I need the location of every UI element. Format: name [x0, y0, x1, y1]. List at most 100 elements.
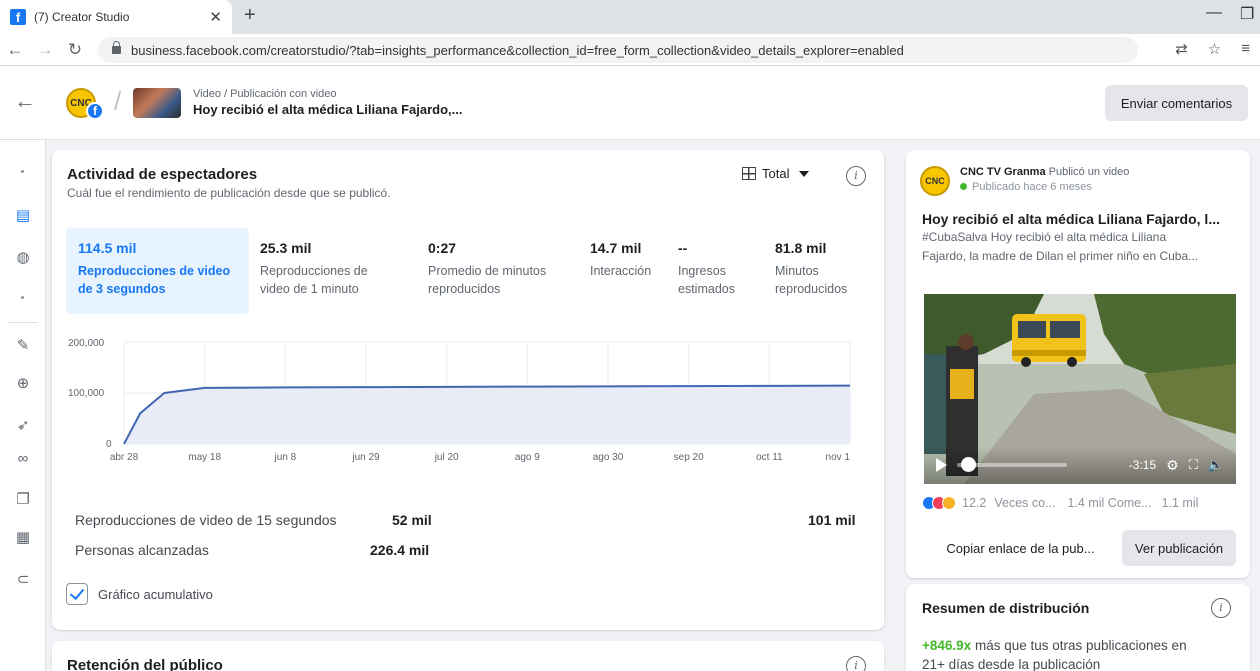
breadcrumb-separator: /	[114, 86, 122, 116]
reading-list-icon[interactable]: ≡	[1241, 40, 1250, 58]
metric-3s-views[interactable]: 114.5 mil Reproducciones de video de 3 s…	[66, 228, 249, 314]
video-progress[interactable]	[957, 457, 1067, 472]
browser-tab-bar: f (7) Creator Studio ✕ + — ❐	[0, 0, 1260, 34]
video-title: Hoy recibió el alta médica Liliana Fajar…	[193, 102, 463, 117]
metric-label: Interacción	[590, 264, 652, 278]
settings-gear-icon[interactable]: ⚙	[1166, 457, 1179, 474]
post-page-logo[interactable]: CNC	[920, 166, 950, 196]
bookmark-star-icon[interactable]: ☆	[1208, 40, 1221, 58]
lock-icon	[112, 41, 121, 54]
info-icon[interactable]: i	[846, 166, 866, 186]
activity-title: Actividad de espectadores	[67, 166, 258, 183]
post-description: #CubaSalva Hoy recibió el alta médica Li…	[922, 230, 1167, 244]
left-sidebar: ▤ ◍ ✎ ⊕ ➶ ∞ ❐ ▦ ⊂	[0, 140, 46, 671]
chart-x-tick-label: ago 9	[515, 452, 540, 463]
metric-label: Minutos	[775, 264, 819, 278]
metric-minutes-viewed[interactable]: 81.8 mil Minutos reproducidos	[763, 228, 867, 314]
views-count: Veces co...	[994, 496, 1056, 510]
metric-label: video de 1 minuto	[260, 282, 359, 296]
shares-count: 1.1 mil	[1161, 496, 1199, 510]
post-published-ago-text: Publicado hace 6 meses	[972, 181, 1092, 193]
sidebar-dot	[21, 170, 24, 173]
cumulative-checkbox[interactable]	[66, 583, 88, 605]
stat-label: Personas alcanzadas	[75, 542, 209, 558]
restore-icon[interactable]: ❐	[1240, 4, 1254, 24]
browser-tab[interactable]: f (7) Creator Studio ✕	[0, 0, 232, 34]
metric-value: 0:27	[428, 240, 457, 256]
reload-icon[interactable]: ↻	[60, 40, 90, 60]
views-area-chart: 200,000 100,000 0 abr 28 may 18 jun 8 jun 29 ju…	[68, 338, 851, 463]
dropdown-caret-icon	[799, 170, 810, 177]
published-status-dot	[960, 183, 967, 190]
play-icon[interactable]	[936, 458, 947, 472]
activity-subtitle: Cuál fue el rendimiento de publicación d…	[67, 186, 391, 200]
metric-label: Reproducciones de video	[78, 264, 231, 278]
metric-value: 81.8 mil	[775, 240, 827, 256]
progress-knob[interactable]	[961, 457, 976, 472]
minimize-icon[interactable]: —	[1206, 4, 1222, 22]
post-published-ago: Publicado hace 6 meses	[960, 181, 1092, 193]
metric-value: --	[678, 240, 688, 256]
chart-x-tick-label: may 18	[188, 452, 221, 463]
post-description: Fajardo, la madre de Dilan el primer niñ…	[922, 249, 1199, 263]
metric-avg-minutes[interactable]: 0:27 Promedio de minutos reproducidos	[416, 228, 586, 314]
volume-icon[interactable]: 🔈	[1208, 457, 1224, 473]
address-bar[interactable]: business.facebook.com/creatorstudio/?tab…	[98, 37, 1138, 63]
metric-label: reproducidos	[428, 282, 501, 296]
metric-engagement[interactable]: 14.7 mil Interacción	[578, 228, 674, 314]
post-title: Hoy recibió el alta médica Liliana Fajar…	[922, 211, 1220, 227]
copy-link-button[interactable]: Copiar enlace de la pub...	[924, 530, 1117, 566]
back-arrow-icon[interactable]: ←	[14, 88, 36, 114]
sidebar-divider	[8, 322, 38, 323]
chart-x-tick-label: jul 20	[434, 452, 459, 463]
close-tab-icon[interactable]: ✕	[209, 8, 222, 26]
metric-label: Promedio de minutos	[428, 264, 547, 278]
chart-y-tick-label: 100,000	[68, 388, 105, 399]
view-post-button[interactable]: Ver publicación	[1122, 530, 1236, 566]
sidebar-rocket-icon[interactable]: ➶	[0, 416, 46, 434]
forward-nav-icon[interactable]: →	[30, 40, 60, 60]
video-thumbnail	[133, 88, 181, 118]
sidebar-loop-icon[interactable]: ⊂	[0, 570, 46, 588]
fullscreen-icon[interactable]: ⛶	[1189, 457, 1198, 473]
chart-x-tick-label: sep 20	[674, 452, 704, 463]
post-page-name[interactable]: CNC TV Granma	[960, 166, 1046, 178]
sidebar-calendar-icon[interactable]: ▦	[0, 528, 46, 546]
reaction-count[interactable]: 12.2	[962, 496, 986, 510]
translate-icon[interactable]: ⇄	[1175, 40, 1188, 58]
metric-label: Ingresos	[678, 264, 726, 278]
comments-count: 1.4 mil Come...	[1067, 496, 1152, 510]
sidebar-link-icon[interactable]: ∞	[0, 450, 46, 467]
sidebar-copy-icon[interactable]: ❐	[0, 490, 46, 508]
metric-value: 114.5 mil	[78, 240, 137, 256]
stat-label: Reproducciones de video de 15 segundos	[75, 512, 337, 528]
metric-label: de 3 segundos	[78, 282, 166, 296]
selector-value: Total	[762, 166, 790, 181]
cumulative-label: Gráfico acumulativo	[98, 587, 213, 602]
post-author-line: CNC TV Granma Publicó un video	[960, 166, 1129, 178]
info-icon[interactable]: i	[846, 656, 866, 671]
stat-value: 52 mil	[392, 512, 432, 528]
breadcrumb: Video / Publicación con video	[193, 88, 337, 100]
new-tab-icon[interactable]: +	[244, 4, 256, 27]
back-nav-icon[interactable]: ←	[0, 40, 30, 60]
facebook-favicon-icon: f	[10, 9, 26, 25]
metric-1m-views[interactable]: 25.3 mil Reproducciones de video de 1 mi…	[248, 228, 408, 314]
metric-value: 25.3 mil	[260, 240, 312, 256]
sidebar-palette-icon[interactable]: ◍	[0, 248, 46, 266]
sidebar-add-icon[interactable]: ⊕	[0, 374, 46, 392]
info-icon[interactable]: i	[1211, 598, 1231, 618]
video-player[interactable]: -3:15 ⚙ ⛶ 🔈	[924, 294, 1236, 484]
total-selector[interactable]: Total	[742, 166, 810, 181]
sidebar-dot	[21, 296, 24, 299]
facebook-badge-icon: f	[86, 102, 104, 120]
metric-estimated-earnings[interactable]: -- Ingresos estimados	[666, 228, 762, 314]
chart-x-tick-label: abr 28	[110, 452, 139, 463]
post-engagement-row: 12.2 Veces co... 1.4 mil Come... 1.1 mil	[922, 496, 1198, 510]
metric-label: reproducidos	[775, 282, 848, 296]
distribution-text: 21+ días desde la publicación	[922, 657, 1101, 671]
chart-x-tick-label: ago 30	[593, 452, 624, 463]
send-feedback-button[interactable]: Enviar comentarios	[1105, 85, 1248, 121]
sidebar-insights-icon[interactable]: ▤	[0, 206, 46, 224]
sidebar-pencil-icon[interactable]: ✎	[0, 336, 46, 354]
